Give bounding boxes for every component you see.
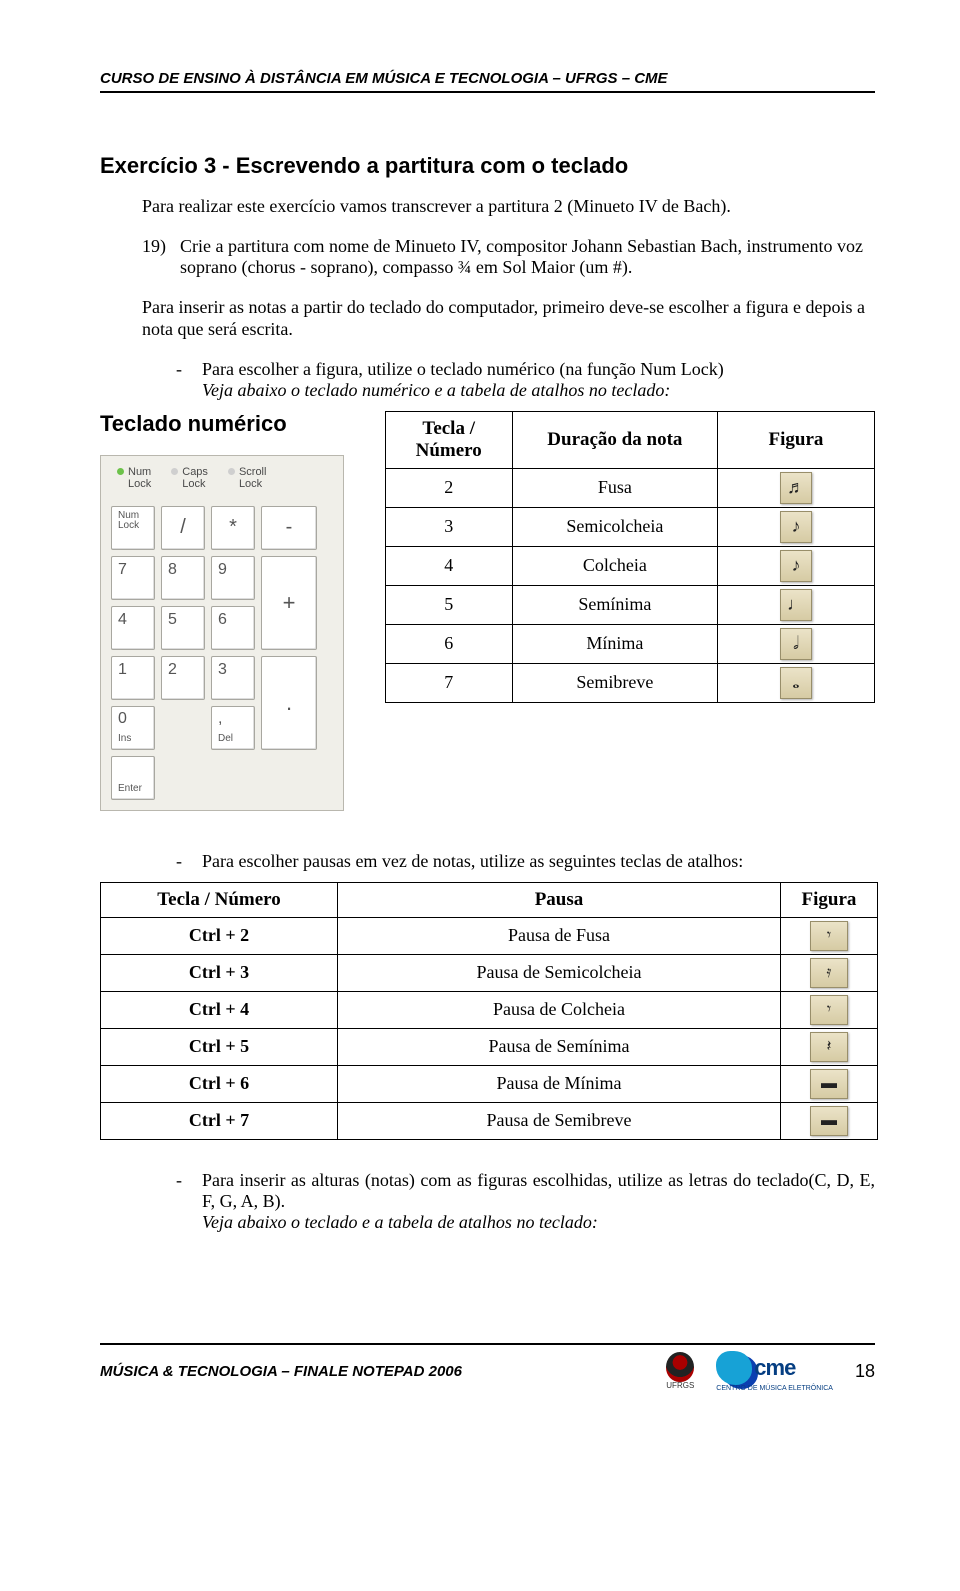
- cme-logo: cme CENTRO DE MÚSICA ELETRÔNICA: [716, 1351, 833, 1392]
- header-rule: [100, 91, 875, 93]
- key-enter: Enter: [111, 756, 155, 800]
- table-row: 4 Colcheia ♪: [385, 546, 874, 585]
- t1-h-fig: Figura: [718, 411, 875, 468]
- key-6: 6: [211, 606, 255, 650]
- rest-icon-minima: ▬: [810, 1069, 848, 1099]
- table-row: 2 Fusa ♬: [385, 468, 874, 507]
- dash3-line2: Veja abaixo o teclado e a tabela de atal…: [202, 1212, 598, 1232]
- table-row: Ctrl + 7 Pausa de Semibreve ▬: [101, 1102, 878, 1139]
- t2-h-pause: Pausa: [338, 882, 781, 917]
- note-icon-colcheia: ♪: [780, 550, 812, 582]
- key-0: 0: [118, 711, 127, 728]
- key-del: Del: [218, 734, 233, 745]
- key-7: 7: [111, 556, 155, 600]
- step-19-text: Crie a partitura com nome de Minueto IV,…: [180, 236, 875, 278]
- dash1-line2: Veja abaixo o teclado numérico e a tabel…: [202, 380, 670, 400]
- key-3: 3: [211, 656, 255, 700]
- key-numlock: Num Lock: [111, 506, 155, 550]
- table-row: 3 Semicolcheia ♪: [385, 507, 874, 546]
- intro-paragraph: Para realizar este exercício vamos trans…: [142, 195, 875, 218]
- rest-icon-seminima: 𝄽: [810, 1032, 848, 1062]
- t2-h-key: Tecla / Número: [101, 882, 338, 917]
- key-star: *: [211, 506, 255, 550]
- rest-icon-colcheia: 𝄾: [810, 995, 848, 1025]
- key-ins: Ins: [118, 734, 131, 745]
- t2-h-fig: Figura: [781, 882, 878, 917]
- table-row: Ctrl + 5 Pausa de Semínima 𝄽: [101, 1028, 878, 1065]
- table-row: 6 Mínima 𝅗𝅥: [385, 624, 874, 663]
- table-row: 5 Semínima ♩: [385, 585, 874, 624]
- key-plus: +: [261, 556, 317, 650]
- t1-h-dur: Duração da nota: [512, 411, 717, 468]
- step-19-number: 19): [142, 236, 170, 278]
- key-comma: ,: [218, 711, 222, 728]
- dash2-text: Para escolher pausas em vez de notas, ut…: [202, 851, 743, 872]
- key-9: 9: [211, 556, 255, 600]
- dash3-line1: Para inserir as alturas (notas) com as f…: [202, 1170, 875, 1211]
- lock-caps: Caps Lock: [182, 466, 208, 490]
- rest-icon-fusa: 𝄾: [810, 921, 848, 951]
- key-4: 4: [111, 606, 155, 650]
- key-1: 1: [111, 656, 155, 700]
- table-row: Ctrl + 2 Pausa de Fusa 𝄾: [101, 917, 878, 954]
- doc-header: CURSO DE ENSINO À DISTÂNCIA EM MÚSICA E …: [100, 70, 875, 87]
- note-icon-seminima: ♩: [780, 589, 812, 621]
- lock-num: Num Lock: [128, 466, 151, 490]
- key-slash: /: [161, 506, 205, 550]
- step-19: 19) Crie a partitura com nome de Minueto…: [142, 236, 875, 278]
- table-row: Ctrl + 3 Pausa de Semicolcheia 𝄿: [101, 954, 878, 991]
- page-number: 18: [855, 1361, 875, 1382]
- dash-item-pitches: - Para inserir as alturas (notas) com as…: [142, 1170, 875, 1233]
- dash-item-figure: - Para escolher a figura, utilize o tecl…: [142, 359, 875, 401]
- rest-icon-semicolcheia: 𝄿: [810, 958, 848, 988]
- para-insert-notes: Para inserir as notas a partir do teclad…: [142, 296, 875, 341]
- keypad-image: Num Lock Caps Lock Scroll Lock Num Lock …: [100, 455, 344, 811]
- key-minus: -: [261, 506, 317, 550]
- table-row: Ctrl + 6 Pausa de Mínima ▬: [101, 1065, 878, 1102]
- note-icon-minima: 𝅗𝅥: [780, 628, 812, 660]
- table-row: Ctrl + 4 Pausa de Colcheia 𝄾: [101, 991, 878, 1028]
- key-2: 2: [161, 656, 205, 700]
- rest-icon-semibreve: ▬: [810, 1106, 848, 1136]
- note-icon-semibreve: 𝅝: [780, 667, 812, 699]
- footer-left: MÚSICA & TECNOLOGIA – FINALE NOTEPAD 200…: [100, 1363, 462, 1380]
- page-footer: MÚSICA & TECNOLOGIA – FINALE NOTEPAD 200…: [100, 1343, 875, 1392]
- key-8: 8: [161, 556, 205, 600]
- key-dot: .: [261, 656, 317, 750]
- rest-shortcut-table: Tecla / Número Pausa Figura Ctrl + 2 Pau…: [100, 882, 878, 1140]
- keypad-title: Teclado numérico: [100, 411, 367, 437]
- key-5: 5: [161, 606, 205, 650]
- dash-item-rests: - Para escolher pausas em vez de notas, …: [142, 851, 875, 872]
- note-icon-fusa: ♬: [780, 472, 812, 504]
- exercise-title: Exercício 3 - Escrevendo a partitura com…: [100, 153, 875, 179]
- t1-h-key: Tecla / Número: [385, 411, 512, 468]
- lock-scroll: Scroll Lock: [239, 466, 267, 490]
- note-icon-semicolcheia: ♪: [780, 511, 812, 543]
- table-row: 7 Semibreve 𝅝: [385, 663, 874, 702]
- ufrgs-logo: UFRGS: [666, 1352, 694, 1390]
- note-duration-table: Tecla / Número Duração da nota Figura 2 …: [385, 411, 875, 703]
- dash1-line1: Para escolher a figura, utilize o teclad…: [202, 359, 724, 379]
